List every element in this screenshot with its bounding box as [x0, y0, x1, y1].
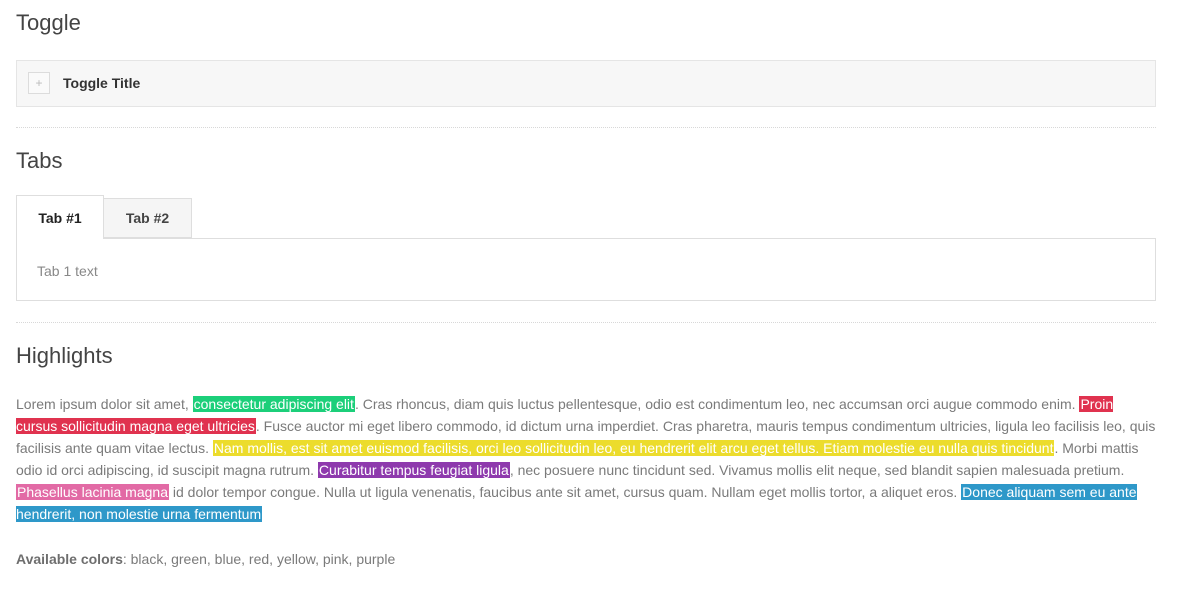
section-divider [16, 127, 1156, 128]
highlights-paragraph: Lorem ipsum dolor sit amet, consectetur … [16, 393, 1156, 525]
highlight-yellow: Nam mollis, est sit amet euismod facilis… [212, 440, 1055, 456]
available-colors-line: Available colors: black, green, blue, re… [16, 551, 395, 567]
toggle-section-title: Toggle [16, 10, 81, 35]
tab-2[interactable]: Tab #2 [103, 198, 192, 238]
section-divider [16, 322, 1156, 323]
paragraph-text: . Cras rhoncus, diam quis luctus pellent… [354, 396, 1080, 412]
available-colors-list: : black, green, blue, red, yellow, pink,… [122, 551, 396, 567]
tab-panel-text: Tab 1 text [37, 263, 98, 279]
tab-panel: Tab 1 text [16, 238, 1156, 301]
highlight-pink: Phasellus lacinia magna [16, 484, 169, 500]
available-colors-label: Available colors [16, 551, 123, 567]
highlight-purple: Curabitur tempus feugiat ligula [317, 462, 510, 478]
toggle-header[interactable]: + Toggle Title [16, 60, 1156, 107]
plus-icon[interactable]: + [28, 72, 50, 94]
paragraph-text: , nec posuere nunc tincidunt sed. Vivamu… [509, 462, 1125, 478]
paragraph-text: id dolor tempor congue. Nulla ut ligula … [168, 484, 962, 500]
tab-1[interactable]: Tab #1 [16, 195, 104, 239]
paragraph-text: Lorem ipsum dolor sit amet, [16, 396, 193, 412]
tabs-section-title: Tabs [16, 148, 63, 173]
highlights-section-title: Highlights [16, 343, 113, 368]
toggle-title[interactable]: Toggle Title [63, 75, 140, 91]
highlight-green: consectetur adipiscing elit [192, 396, 355, 412]
